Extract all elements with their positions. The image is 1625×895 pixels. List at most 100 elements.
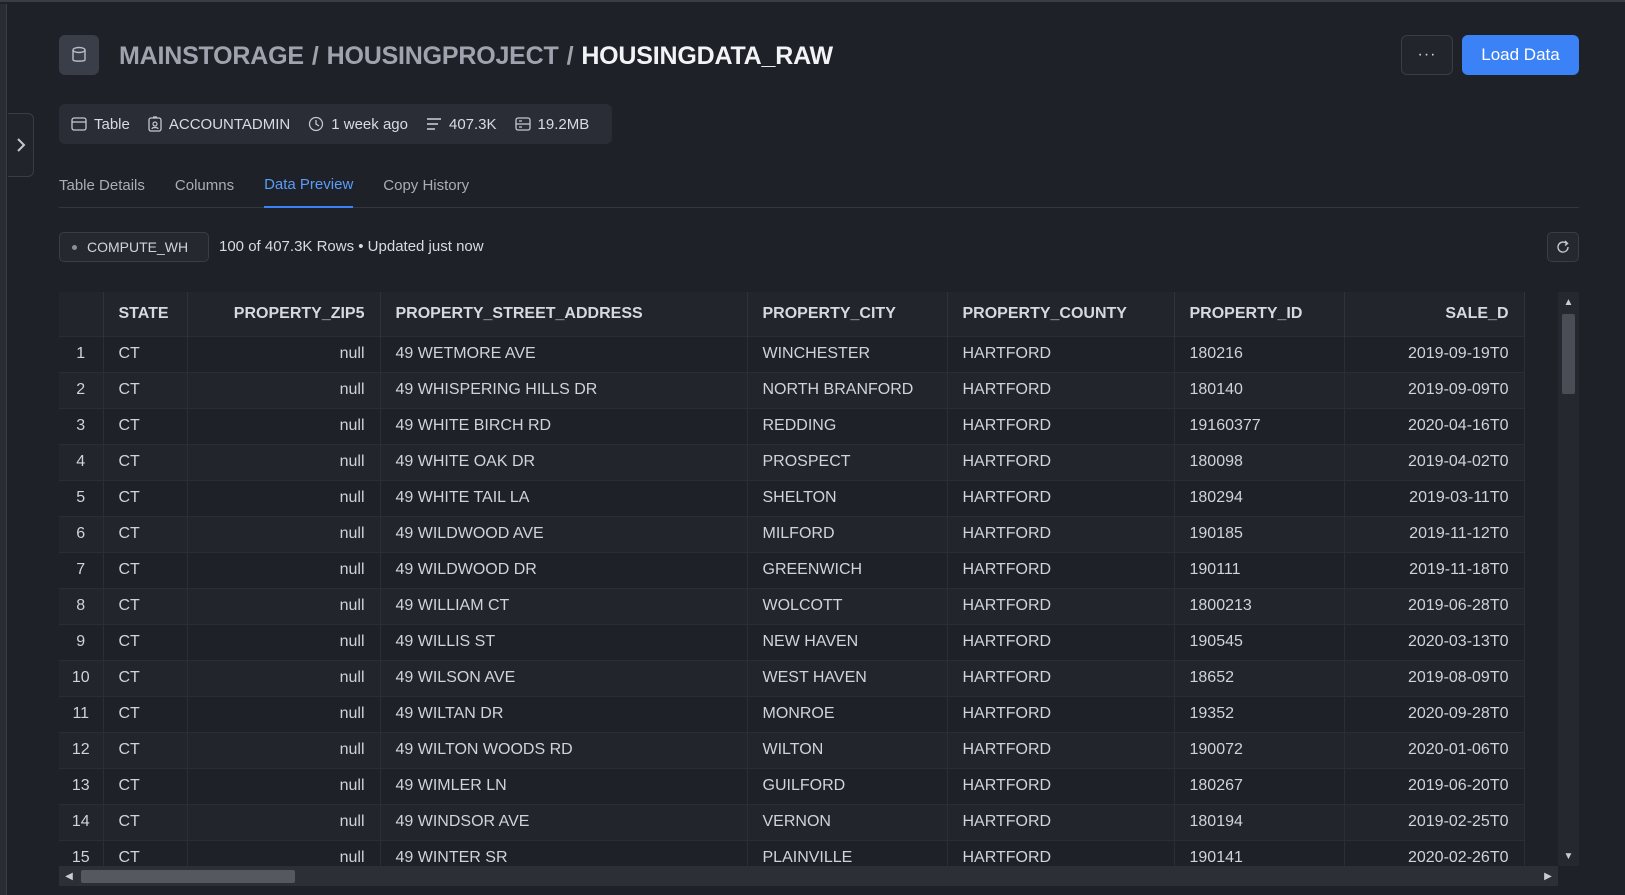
cell-state[interactable]: CT [103,587,188,624]
cell-property-id[interactable]: 18652 [1174,659,1345,696]
row-index[interactable]: 14 [59,803,104,840]
cell-county[interactable]: HARTFORD [947,479,1175,516]
cell-zip5[interactable]: null [187,371,381,408]
cell-county[interactable]: HARTFORD [947,587,1175,624]
cell-sale-date[interactable]: 2019-06-28T0 [1344,587,1525,624]
horizontal-scroll-thumb[interactable] [81,870,295,883]
cell-zip5[interactable]: null [187,515,381,552]
row-index[interactable]: 5 [59,479,104,516]
row-index[interactable]: 3 [59,407,104,444]
cell-street-address[interactable]: 49 WILTON WOODS RD [380,731,748,768]
vertical-scrollbar[interactable]: ▲ ▼ [1558,292,1579,866]
cell-street-address[interactable]: 49 WHITE OAK DR [380,443,748,480]
cell-property-id[interactable]: 1800213 [1174,587,1345,624]
table-row[interactable]: 12 CT null 49 WILTON WOODS RD WILTON HARTFORD… [59,731,1525,768]
row-index[interactable]: 9 [59,623,104,660]
cell-zip5[interactable]: null [187,803,381,840]
cell-state[interactable]: CT [103,659,188,696]
scroll-left-arrow-icon[interactable]: ◀ [59,866,79,886]
cell-street-address[interactable]: 49 WILSON AVE [380,659,748,696]
cell-city[interactable]: GREENWICH [747,551,948,588]
cell-state[interactable]: CT [103,335,188,372]
warehouse-selector[interactable]: COMPUTE_WH [59,232,209,262]
cell-sale-date[interactable]: 2019-04-02T0 [1344,443,1525,480]
cell-county[interactable]: HARTFORD [947,767,1175,804]
cell-property-id[interactable]: 190545 [1174,623,1345,660]
sidebar-expand-button[interactable] [8,113,34,177]
cell-street-address[interactable]: 49 WILDWOOD DR [380,551,748,588]
cell-state[interactable]: CT [103,551,188,588]
cell-street-address[interactable]: 49 WETMORE AVE [380,335,748,372]
cell-state[interactable]: CT [103,731,188,768]
row-index[interactable]: 2 [59,371,104,408]
column-header-index[interactable] [59,292,104,336]
cell-city[interactable]: GUILFORD [747,767,948,804]
tab-data-preview[interactable]: Data Preview [264,168,354,208]
cell-state[interactable]: CT [103,839,188,866]
cell-zip5[interactable]: null [187,731,381,768]
cell-city[interactable]: PLAINVILLE [747,839,948,866]
cell-state[interactable]: CT [103,767,188,804]
row-index[interactable]: 8 [59,587,104,624]
row-index[interactable]: 10 [59,659,104,696]
cell-county[interactable]: HARTFORD [947,623,1175,660]
cell-city[interactable]: WINCHESTER [747,335,948,372]
table-row[interactable]: 13 CT null 49 WIMLER LN GUILFORD HARTFORD 1802… [59,767,1525,804]
refresh-button[interactable] [1547,232,1579,262]
cell-state[interactable]: CT [103,443,188,480]
cell-street-address[interactable]: 49 WILTAN DR [380,695,748,732]
cell-zip5[interactable]: null [187,479,381,516]
table-row[interactable]: 7 CT null 49 WILDWOOD DR GREENWICH HARTFORD 19… [59,551,1525,588]
row-index[interactable]: 7 [59,551,104,588]
load-data-button[interactable]: Load Data [1462,35,1579,75]
cell-street-address[interactable]: 49 WILLIS ST [380,623,748,660]
cell-county[interactable]: HARTFORD [947,551,1175,588]
breadcrumb-schema[interactable]: HOUSINGPROJECT [327,42,559,71]
table-row[interactable]: 4 CT null 49 WHITE OAK DR PROSPECT HARTFORD 18… [59,443,1525,480]
cell-zip5[interactable]: null [187,407,381,444]
table-row[interactable]: 5 CT null 49 WHITE TAIL LA SHELTON HARTFORD 18… [59,479,1525,516]
row-index[interactable]: 1 [59,335,104,372]
cell-state[interactable]: CT [103,515,188,552]
tab-table-details[interactable]: Table Details [59,168,145,208]
cell-zip5[interactable]: null [187,767,381,804]
cell-zip5[interactable]: null [187,551,381,588]
cell-city[interactable]: SHELTON [747,479,948,516]
cell-city[interactable]: MONROE [747,695,948,732]
breadcrumb-database[interactable]: MAINSTORAGE [119,42,304,71]
cell-city[interactable]: WOLCOTT [747,587,948,624]
cell-sale-date[interactable]: 2019-09-09T0 [1344,371,1525,408]
table-row[interactable]: 11 CT null 49 WILTAN DR MONROE HARTFORD 19352 2… [59,695,1525,732]
row-index[interactable]: 12 [59,731,104,768]
column-header-city[interactable]: PROPERTY_CITY [747,292,948,336]
cell-sale-date[interactable]: 2019-11-18T0 [1344,551,1525,588]
cell-property-id[interactable]: 180140 [1174,371,1345,408]
column-header-property-id[interactable]: PROPERTY_ID [1174,292,1345,336]
cell-property-id[interactable]: 190141 [1174,839,1345,866]
cell-sale-date[interactable]: 2019-11-12T0 [1344,515,1525,552]
column-header-sale-date[interactable]: SALE_D [1344,292,1525,336]
table-row[interactable]: 2 CT null 49 WHISPERING HILLS DR NORTH BRANF… [59,371,1525,408]
column-header-county[interactable]: PROPERTY_COUNTY [947,292,1175,336]
cell-sale-date[interactable]: 2020-09-28T0 [1344,695,1525,732]
cell-street-address[interactable]: 49 WHITE BIRCH RD [380,407,748,444]
row-index[interactable]: 13 [59,767,104,804]
cell-property-id[interactable]: 190185 [1174,515,1345,552]
cell-county[interactable]: HARTFORD [947,443,1175,480]
column-header-zip5[interactable]: PROPERTY_ZIP5 [187,292,381,336]
cell-city[interactable]: NORTH BRANFORD [747,371,948,408]
cell-county[interactable]: HARTFORD [947,335,1175,372]
cell-state[interactable]: CT [103,623,188,660]
table-row[interactable]: 6 CT null 49 WILDWOOD AVE MILFORD HARTFORD 190… [59,515,1525,552]
table-row[interactable]: 15 CT null 49 WINTER SR PLAINVILLE HARTFORD 19… [59,839,1525,866]
vertical-scroll-thumb[interactable] [1562,314,1575,394]
cell-state[interactable]: CT [103,407,188,444]
table-row[interactable]: 3 CT null 49 WHITE BIRCH RD REDDING HARTFORD 1… [59,407,1525,444]
cell-sale-date[interactable]: 2020-03-13T0 [1344,623,1525,660]
column-header-state[interactable]: STATE [103,292,188,336]
cell-city[interactable]: WEST HAVEN [747,659,948,696]
cell-street-address[interactable]: 49 WINTER SR [380,839,748,866]
scroll-down-arrow-icon[interactable]: ▼ [1558,848,1579,864]
table-row[interactable]: 9 CT null 49 WILLIS ST NEW HAVEN HARTFORD 1905… [59,623,1525,660]
scroll-right-arrow-icon[interactable]: ▶ [1538,866,1558,886]
